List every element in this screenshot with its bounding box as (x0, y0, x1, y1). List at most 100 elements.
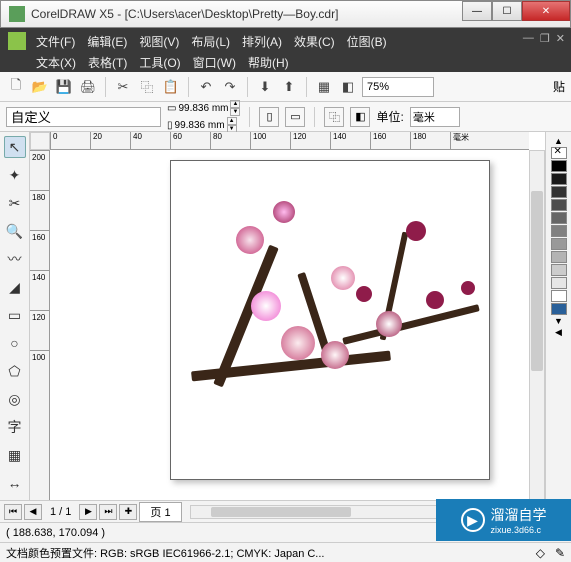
last-page-button[interactable]: ⏭ (99, 504, 117, 520)
pick-tool-icon[interactable]: ↖ (4, 136, 26, 158)
page[interactable] (170, 160, 490, 480)
page-preset-select[interactable] (6, 107, 161, 127)
minimize-button[interactable]: — (462, 1, 492, 21)
scrollbar-thumb[interactable] (211, 507, 351, 517)
mdi-minimize[interactable]: — (523, 32, 534, 45)
menu-text[interactable]: 文本(X) (30, 52, 82, 73)
freehand-tool-icon[interactable]: 〰 (4, 248, 26, 270)
unit-select[interactable] (410, 107, 460, 127)
dimension-tool-icon[interactable]: ↔ (4, 472, 26, 494)
swatch[interactable] (551, 173, 567, 185)
swatch[interactable] (551, 212, 567, 224)
ruler-origin[interactable] (30, 132, 50, 150)
menu-view[interactable]: 视图(V) (133, 31, 185, 52)
import-icon[interactable]: ⬇ (255, 77, 275, 97)
width-down[interactable]: ▼ (230, 108, 240, 116)
zoom-tool-icon[interactable]: 🔍 (4, 220, 26, 242)
paste-icon[interactable]: 📋 (161, 77, 181, 97)
menu-layout[interactable]: 布局(L) (185, 31, 236, 52)
prev-page-button[interactable]: ◀ (24, 504, 42, 520)
height-icon: ▯ (167, 120, 173, 131)
all-pages-button[interactable]: ⿻ (324, 107, 344, 127)
swatch[interactable] (551, 225, 567, 237)
property-bar: ▭99.836 mm▲▼ ▯99.836 mm▲▼ ▯ ▭ ⿻ ◧ 单位: (0, 102, 571, 132)
shape-tool-icon[interactable]: ✦ (4, 164, 26, 186)
swatch-none[interactable] (551, 147, 567, 159)
palette-down-icon[interactable]: ▼ (554, 316, 563, 326)
next-page-button[interactable]: ▶ (79, 504, 97, 520)
swatch[interactable] (551, 186, 567, 198)
landscape-button[interactable]: ▭ (285, 107, 305, 127)
export-icon[interactable]: ⬆ (279, 77, 299, 97)
standard-toolbar: 🗋 📂 💾 🖨 ✂ ⿻ 📋 ↶ ↷ ⬇ ⬆ ▦ ◧ 贴 (0, 72, 571, 102)
artwork-plum-blossom[interactable] (181, 171, 479, 469)
canvas[interactable] (80, 150, 529, 500)
menu-tools[interactable]: 工具(O) (133, 52, 186, 73)
close-button[interactable]: ✕ (522, 1, 570, 21)
page-height[interactable]: 99.836 mm (175, 120, 225, 131)
crop-tool-icon[interactable]: ✂ (4, 192, 26, 214)
horizontal-ruler[interactable]: 020406080100120140160180毫米 (50, 132, 529, 150)
redo-icon[interactable]: ↷ (220, 77, 240, 97)
separator (188, 77, 189, 97)
status-bar-profile: 文档颜色预置文件: RGB: sRGB IEC61966-2.1; CMYK: … (0, 542, 571, 562)
color-palette: ▲ ▼ ◀ (545, 132, 571, 500)
menu-file[interactable]: 文件(F) (30, 31, 81, 52)
welcome-icon[interactable]: ◧ (338, 77, 358, 97)
swatch[interactable] (551, 277, 567, 289)
menu-bitmap[interactable]: 位图(B) (341, 31, 393, 52)
menu-help[interactable]: 帮助(H) (242, 52, 295, 73)
rectangle-tool-icon[interactable]: ▭ (4, 304, 26, 326)
fill-icon[interactable]: ◇ (536, 546, 545, 560)
menu-effects[interactable]: 效果(C) (288, 31, 341, 52)
swatch[interactable] (551, 199, 567, 211)
page-tab[interactable]: 页 1 (139, 502, 181, 522)
cut-icon[interactable]: ✂ (113, 77, 133, 97)
current-page-button[interactable]: ◧ (350, 107, 370, 127)
print-icon[interactable]: 🖨 (78, 77, 98, 97)
new-icon[interactable]: 🗋 (6, 77, 26, 97)
mdi-close[interactable]: ✕ (556, 32, 565, 45)
swatch[interactable] (551, 303, 567, 315)
scrollbar-thumb[interactable] (531, 191, 543, 371)
vertical-ruler[interactable]: 200180160140120100 (30, 150, 50, 500)
paste-label: 贴 (553, 78, 565, 95)
cursor-coords: ( 188.638, 170.094 ) (6, 527, 105, 539)
swatch[interactable] (551, 264, 567, 276)
zoom-select[interactable] (362, 77, 434, 97)
mdi-restore[interactable]: ❐ (540, 32, 550, 45)
copy-icon[interactable]: ⿻ (137, 77, 157, 97)
undo-icon[interactable]: ↶ (196, 77, 216, 97)
palette-up-icon[interactable]: ▲ (554, 136, 563, 146)
basic-shapes-icon[interactable]: ◎ (4, 388, 26, 410)
menu-edit[interactable]: 编辑(E) (81, 31, 133, 52)
palette-flyout-icon[interactable]: ◀ (555, 327, 562, 338)
save-icon[interactable]: 💾 (54, 77, 74, 97)
vertical-scrollbar[interactable] (529, 150, 545, 500)
app-launcher-icon[interactable]: ▦ (314, 77, 334, 97)
height-up[interactable]: ▲ (227, 117, 237, 125)
text-tool-icon[interactable]: 字 (4, 416, 26, 438)
menu-arrange[interactable]: 排列(A) (236, 31, 288, 52)
width-up[interactable]: ▲ (230, 100, 240, 108)
mdi-controls: — ❐ ✕ (523, 32, 565, 45)
swatch[interactable] (551, 290, 567, 302)
maximize-button[interactable]: ☐ (492, 1, 522, 21)
swatch[interactable] (551, 238, 567, 250)
open-icon[interactable]: 📂 (30, 77, 50, 97)
first-page-button[interactable]: ⏮ (4, 504, 22, 520)
outline-icon[interactable]: ✎ (555, 546, 565, 560)
page-info: 1 / 1 (44, 506, 77, 518)
portrait-button[interactable]: ▯ (259, 107, 279, 127)
polygon-tool-icon[interactable]: ⬠ (4, 360, 26, 382)
smart-fill-icon[interactable]: ◢ (4, 276, 26, 298)
page-width[interactable]: 99.836 mm (178, 103, 228, 114)
menu-window[interactable]: 窗口(W) (187, 52, 242, 73)
menu-table[interactable]: 表格(T) (82, 52, 133, 73)
add-page-button[interactable]: ✚ (119, 504, 137, 520)
swatch[interactable] (551, 160, 567, 172)
window-title: CorelDRAW X5 - [C:\Users\acer\Desktop\Pr… (31, 7, 338, 21)
table-tool-icon[interactable]: ▦ (4, 444, 26, 466)
swatch[interactable] (551, 251, 567, 263)
ellipse-tool-icon[interactable]: ○ (4, 332, 26, 354)
